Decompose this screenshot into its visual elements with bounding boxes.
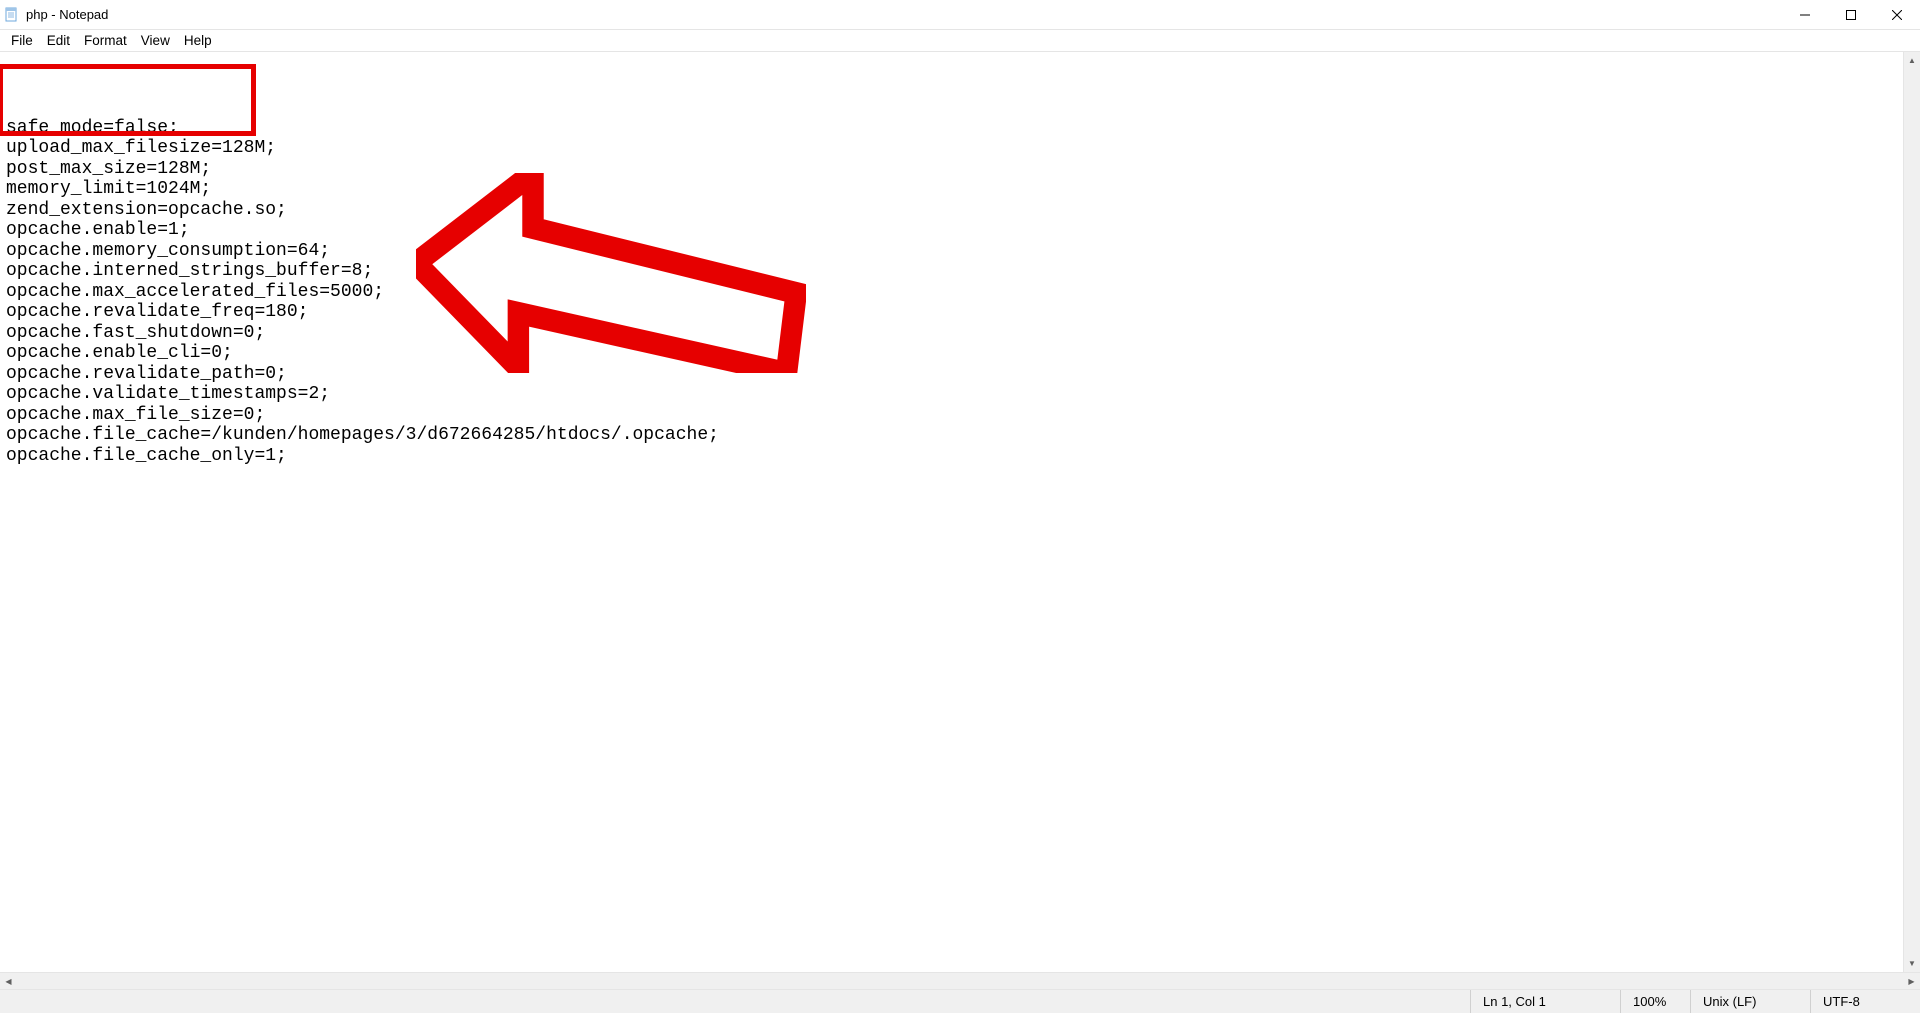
vertical-scrollbar[interactable]: ▲ ▼ — [1903, 52, 1920, 972]
editor-line: opcache.enable=1; — [6, 220, 1903, 241]
editor-line: safe_mode=false; — [6, 118, 1903, 139]
notepad-app-icon — [4, 7, 20, 23]
maximize-button[interactable] — [1828, 0, 1874, 29]
menu-bar: File Edit Format View Help — [0, 30, 1920, 52]
status-line-ending: Unix (LF) — [1690, 990, 1810, 1013]
status-zoom: 100% — [1620, 990, 1690, 1013]
editor-line: opcache.enable_cli=0; — [6, 343, 1903, 364]
window-controls — [1782, 0, 1920, 29]
status-position: Ln 1, Col 1 — [1470, 990, 1620, 1013]
scroll-left-arrow-icon[interactable]: ◀ — [0, 973, 17, 989]
status-empty — [0, 990, 1470, 1013]
horizontal-scrollbar[interactable]: ◀ ▶ — [0, 972, 1920, 989]
editor-line: opcache.revalidate_freq=180; — [6, 302, 1903, 323]
scroll-up-arrow-icon[interactable]: ▲ — [1904, 52, 1920, 69]
editor-line: opcache.revalidate_path=0; — [6, 364, 1903, 385]
title-bar: php - Notepad — [0, 0, 1920, 30]
status-bar: Ln 1, Col 1 100% Unix (LF) UTF-8 — [0, 989, 1920, 1013]
close-button[interactable] — [1874, 0, 1920, 29]
editor-line: zend_extension=opcache.so; — [6, 200, 1903, 221]
notepad-window: php - Notepad File Edit Format View Help — [0, 0, 1920, 1013]
editor-line: memory_limit=1024M; — [6, 179, 1903, 200]
editor-line: post_max_size=128M; — [6, 159, 1903, 180]
editor-line: opcache.fast_shutdown=0; — [6, 323, 1903, 344]
editor-line: opcache.validate_timestamps=2; — [6, 384, 1903, 405]
editor-line: opcache.max_accelerated_files=5000; — [6, 282, 1903, 303]
editor-line: opcache.file_cache_only=1; — [6, 446, 1903, 467]
editor-line: upload_max_filesize=128M; — [6, 138, 1903, 159]
editor-line: opcache.memory_consumption=64; — [6, 241, 1903, 262]
editor-wrap: safe_mode=false;upload_max_filesize=128M… — [0, 52, 1920, 972]
menu-edit[interactable]: Edit — [40, 32, 77, 49]
scroll-right-arrow-icon[interactable]: ▶ — [1903, 973, 1920, 989]
menu-file[interactable]: File — [4, 32, 40, 49]
menu-view[interactable]: View — [134, 32, 177, 49]
window-title: php - Notepad — [26, 7, 108, 22]
text-editor[interactable]: safe_mode=false;upload_max_filesize=128M… — [0, 52, 1903, 972]
menu-help[interactable]: Help — [177, 32, 219, 49]
minimize-button[interactable] — [1782, 0, 1828, 29]
menu-format[interactable]: Format — [77, 32, 134, 49]
editor-line: opcache.max_file_size=0; — [6, 405, 1903, 426]
scroll-down-arrow-icon[interactable]: ▼ — [1904, 955, 1920, 972]
editor-line: opcache.file_cache=/kunden/homepages/3/d… — [6, 425, 1903, 446]
status-encoding: UTF-8 — [1810, 990, 1920, 1013]
editor-line: opcache.interned_strings_buffer=8; — [6, 261, 1903, 282]
